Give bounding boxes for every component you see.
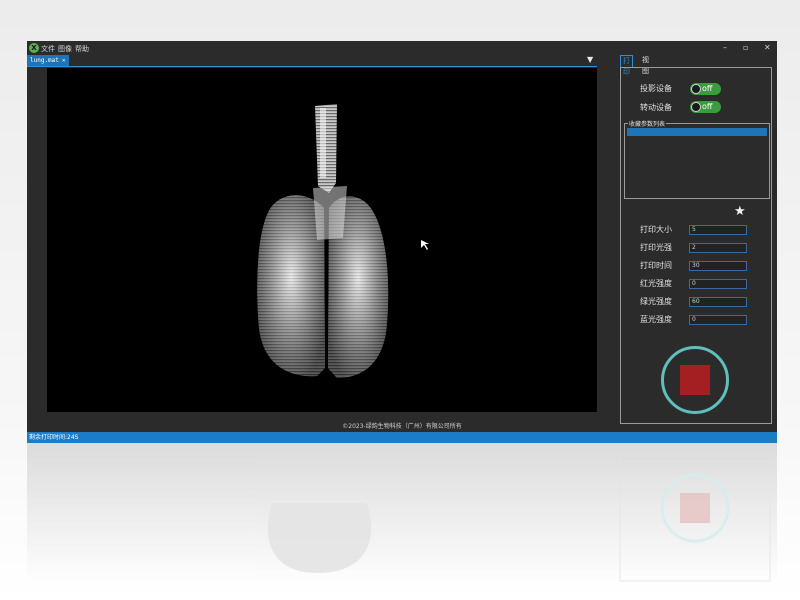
print-time-input[interactable]: 30 (689, 261, 747, 271)
minimize-icon[interactable]: – (723, 43, 727, 52)
projector-toggle[interactable]: off (690, 83, 721, 95)
menu-file[interactable]: 文件 (41, 44, 55, 54)
document-tab[interactable]: lung.mat ✕ (27, 55, 69, 66)
menu-help[interactable]: 帮助 (75, 44, 89, 54)
window-reflection (27, 443, 777, 583)
toggle-state-text: off (702, 84, 713, 93)
favorites-title: 收藏参数列表 (628, 119, 667, 128)
stop-icon (680, 365, 710, 395)
print-settings-panel: 投影设备 off 转动设备 off 收藏参数列表 ★ 打印大小 5 打印光强 2… (620, 67, 772, 424)
favorites-list[interactable]: 收藏参数列表 (624, 119, 770, 199)
remaining-time-text: 剩余打印时间:24S (29, 434, 79, 441)
param-label-blue-intensity: 蓝光强度 (640, 315, 672, 324)
toggle-knob (691, 84, 701, 94)
green-intensity-input[interactable]: 60 (689, 297, 747, 307)
render-viewport[interactable] (47, 68, 597, 412)
projector-toggle-label: 投影设备 (640, 84, 672, 93)
document-tab-label: lung.mat (30, 57, 59, 64)
chevron-down-icon[interactable]: ▼ (587, 55, 593, 64)
reflection-shape (267, 460, 771, 582)
tab-print[interactable]: 打印 (620, 55, 633, 76)
lung-render-image (257, 104, 429, 378)
rotator-toggle[interactable]: off (690, 101, 721, 113)
app-logo-icon: X (29, 43, 39, 53)
tab-close-icon[interactable]: ✕ (62, 57, 66, 64)
document-tab-strip: lung.mat ✕ (27, 55, 597, 67)
param-label-print-time: 打印时间 (640, 261, 672, 270)
toggle-knob (691, 102, 701, 112)
param-label-red-intensity: 红光强度 (640, 279, 672, 288)
blue-intensity-input[interactable]: 0 (689, 315, 747, 325)
favorites-selected-item[interactable] (627, 128, 767, 136)
status-bar: 剩余打印时间:24S (27, 432, 777, 443)
close-icon[interactable]: ✕ (764, 43, 771, 52)
param-label-print-intensity: 打印光强 (640, 243, 672, 252)
mouse-cursor-icon (421, 240, 429, 250)
lung-model (257, 104, 389, 378)
stop-button[interactable] (661, 346, 729, 414)
maximize-icon[interactable]: ▫ (743, 43, 748, 52)
tab-view[interactable]: 视图 (640, 55, 651, 75)
menu-image[interactable]: 图像 (58, 44, 72, 54)
param-label-print-size: 打印大小 (640, 225, 672, 234)
title-bar: X 文件 图像 帮助 – ▫ ✕ (27, 41, 777, 55)
rotator-toggle-label: 转动设备 (640, 103, 672, 112)
red-intensity-input[interactable]: 0 (689, 279, 747, 289)
print-size-input[interactable]: 5 (689, 225, 747, 235)
param-label-green-intensity: 绿光强度 (640, 297, 672, 306)
star-icon[interactable]: ★ (734, 205, 746, 218)
app-window: X 文件 图像 帮助 – ▫ ✕ lung.mat ✕ ▼ ©2023-绿韵生物… (27, 41, 777, 443)
toggle-state-text: off (702, 102, 713, 111)
print-intensity-input[interactable]: 2 (689, 243, 747, 253)
